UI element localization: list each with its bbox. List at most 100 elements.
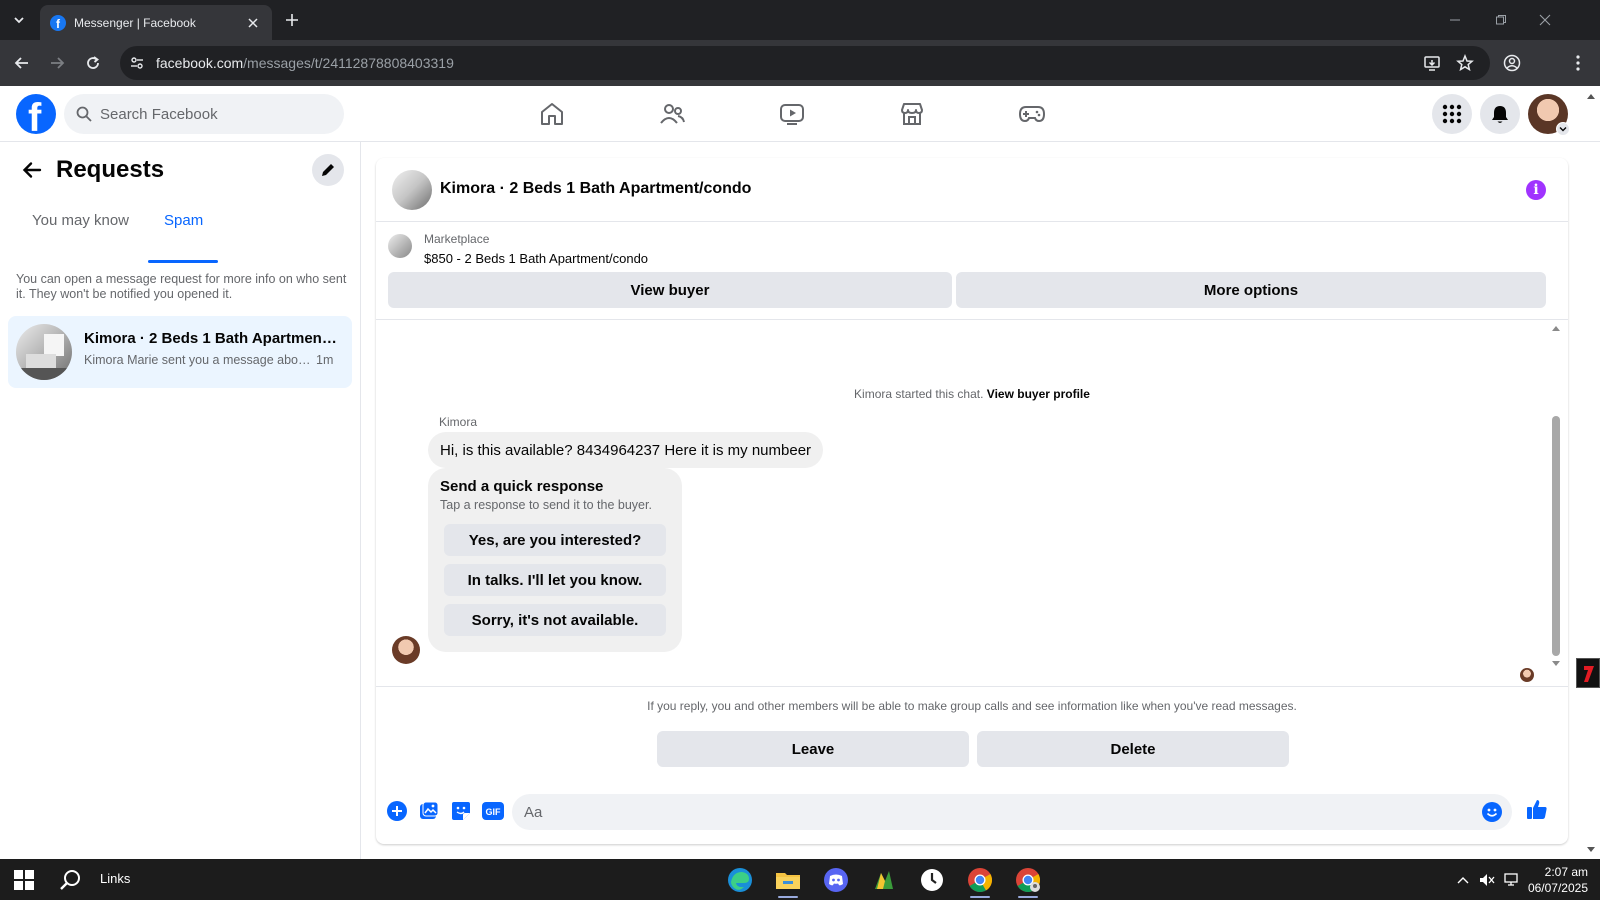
clock-app-icon[interactable] — [916, 864, 948, 896]
conversation-time: 1m — [316, 353, 334, 367]
scroll-up-arrow-icon[interactable] — [1551, 324, 1561, 332]
extension-badge-icon[interactable] — [1576, 658, 1600, 688]
listing-title: $850 - 2 Beds 1 Bath Apartment/condo — [424, 251, 649, 266]
quick-response-subtitle: Tap a response to send it to the buyer. — [440, 498, 652, 512]
facebook-logo-icon[interactable]: f — [16, 94, 56, 134]
view-buyer-button[interactable]: View buyer — [388, 272, 952, 308]
chat-title[interactable]: Kimora · 2 Beds 1 Bath Apartment/condo — [440, 180, 751, 198]
clock-time: 2:07 am — [1544, 865, 1588, 879]
chrome-profile-icon[interactable] — [1012, 864, 1044, 898]
conversation-info-icon[interactable]: i — [1526, 180, 1546, 200]
sender-avatar[interactable] — [392, 636, 420, 664]
conversation-item[interactable]: Kimora · 2 Beds 1 Bath Apartment/condo K… — [8, 316, 352, 388]
message-request-footer: If you reply, you and other members will… — [376, 686, 1568, 780]
new-tab-plus-icon[interactable] — [282, 10, 302, 30]
install-app-icon[interactable] — [1420, 51, 1444, 75]
edge-browser-icon[interactable] — [724, 864, 756, 896]
delete-button[interactable]: Delete — [977, 731, 1289, 767]
search-input[interactable] — [100, 105, 320, 123]
view-buyer-profile-link[interactable]: View buyer profile — [987, 387, 1090, 401]
friends-icon[interactable] — [656, 98, 688, 130]
bookmark-star-icon[interactable] — [1453, 51, 1477, 75]
marketplace-banner: Marketplace $850 - 2 Beds 1 Bath Apartme… — [376, 222, 1568, 320]
new-message-pencil-icon[interactable] — [312, 154, 344, 186]
conversation-snippet: Kimora Marie sent you a message about... — [84, 353, 312, 367]
volume-muted-icon[interactable] — [1478, 871, 1496, 889]
message-input[interactable] — [524, 803, 1464, 821]
file-explorer-icon[interactable] — [772, 864, 804, 898]
minimize-window-icon[interactable] — [1440, 8, 1470, 32]
home-icon[interactable] — [536, 98, 568, 130]
facebook-favicon-icon: f — [50, 14, 66, 31]
gaming-icon[interactable] — [1016, 98, 1048, 130]
message-input-box[interactable] — [512, 794, 1512, 830]
menu-grid-icon[interactable] — [1432, 94, 1472, 134]
browser-toolbar: facebook.com/messages/t/2411287880840331… — [0, 40, 1600, 86]
scroll-down-arrow-icon[interactable] — [1551, 660, 1561, 668]
request-reply-notice: If you reply, you and other members will… — [647, 699, 1297, 713]
read-receipt-avatar — [1520, 668, 1534, 682]
browser-tab-bar: f Messenger | Facebook — [0, 0, 1600, 40]
back-arrow-icon[interactable] — [10, 51, 34, 75]
quick-response-button[interactable]: Yes, are you interested? — [444, 524, 666, 556]
search-box[interactable] — [64, 94, 344, 134]
close-tab-icon[interactable] — [244, 14, 262, 32]
browser-tab-messenger[interactable]: f Messenger | Facebook — [40, 5, 272, 40]
gif-icon[interactable]: GIF — [480, 798, 506, 824]
close-window-icon[interactable] — [1530, 8, 1560, 32]
site-settings-icon[interactable] — [120, 46, 154, 80]
marketplace-label: Marketplace — [424, 232, 490, 246]
taskbar-clock[interactable]: 2:07 am 06/07/2025 — [1522, 864, 1588, 896]
tab-title: Messenger | Facebook — [74, 15, 196, 30]
page-scroll-down-arrow-icon[interactable] — [1586, 846, 1596, 854]
restore-window-icon[interactable] — [1486, 8, 1516, 32]
message-bubble: Hi, is this available? 8434964237 Here i… — [428, 432, 824, 468]
like-thumbs-up-icon[interactable] — [1524, 796, 1550, 822]
chat-header: Kimora · 2 Beds 1 Bath Apartment/condo i — [376, 158, 1568, 222]
address-bar[interactable]: facebook.com/messages/t/2411287880840331… — [120, 46, 1490, 80]
search-icon — [76, 106, 92, 122]
url-text: facebook.com/messages/t/2411287880840331… — [156, 55, 454, 71]
video-icon[interactable] — [776, 98, 808, 130]
messages-scrollbar[interactable] — [1548, 320, 1564, 670]
quick-response-button[interactable]: Sorry, it's not available. — [444, 604, 666, 636]
leave-button[interactable]: Leave — [657, 731, 969, 767]
forward-arrow-icon[interactable] — [45, 51, 69, 75]
tab-you-may-know[interactable]: You may know — [32, 212, 129, 229]
account-avatar[interactable] — [1528, 94, 1570, 136]
facebook-header: f — [0, 86, 1600, 142]
message-sender-name: Kimora — [439, 415, 478, 429]
sticker-icon[interactable] — [448, 798, 474, 824]
requests-panel: Requests You may know Spam You can open … — [0, 142, 361, 859]
profile-icon[interactable] — [1500, 51, 1524, 75]
listing-thumbnail — [388, 234, 412, 258]
chat-avatar[interactable] — [392, 170, 432, 210]
quick-response-button[interactable]: In talks. I'll let you know. — [444, 564, 666, 596]
active-tab-indicator — [148, 260, 218, 263]
reload-icon[interactable] — [81, 51, 105, 75]
conversation-name: Kimora · 2 Beds 1 Bath Apartment/condo — [84, 330, 339, 347]
more-options-button[interactable]: More options — [956, 272, 1546, 308]
emoji-icon[interactable] — [1482, 802, 1502, 822]
robinhood-app-icon[interactable] — [868, 864, 900, 896]
clock-date: 06/07/2025 — [1527, 881, 1588, 895]
chrome-icon[interactable] — [964, 864, 996, 898]
back-arrow-icon[interactable] — [18, 156, 46, 184]
tab-spam[interactable]: Spam — [164, 212, 203, 229]
quick-response-card: Send a quick response Tap a response to … — [428, 468, 682, 652]
plus-circle-icon[interactable] — [384, 798, 410, 824]
taskbar-links-label[interactable]: Links — [100, 871, 130, 886]
page-scroll-up-arrow-icon[interactable] — [1586, 92, 1596, 100]
photo-icon[interactable] — [416, 798, 442, 824]
requests-info-text: You can open a message request for more … — [16, 272, 347, 301]
show-hidden-icons-chevron-up-icon[interactable] — [1454, 871, 1472, 889]
notifications-bell-icon[interactable] — [1480, 94, 1520, 134]
taskbar-search-icon[interactable] — [60, 869, 84, 893]
network-icon[interactable] — [1502, 871, 1520, 889]
browser-menu-icon[interactable] — [1566, 51, 1590, 75]
scroll-thumb[interactable] — [1552, 416, 1560, 656]
discord-icon[interactable] — [820, 864, 852, 896]
windows-start-icon[interactable] — [14, 870, 34, 890]
marketplace-icon[interactable] — [896, 98, 928, 130]
tab-search-chevron-icon[interactable] — [6, 8, 32, 32]
